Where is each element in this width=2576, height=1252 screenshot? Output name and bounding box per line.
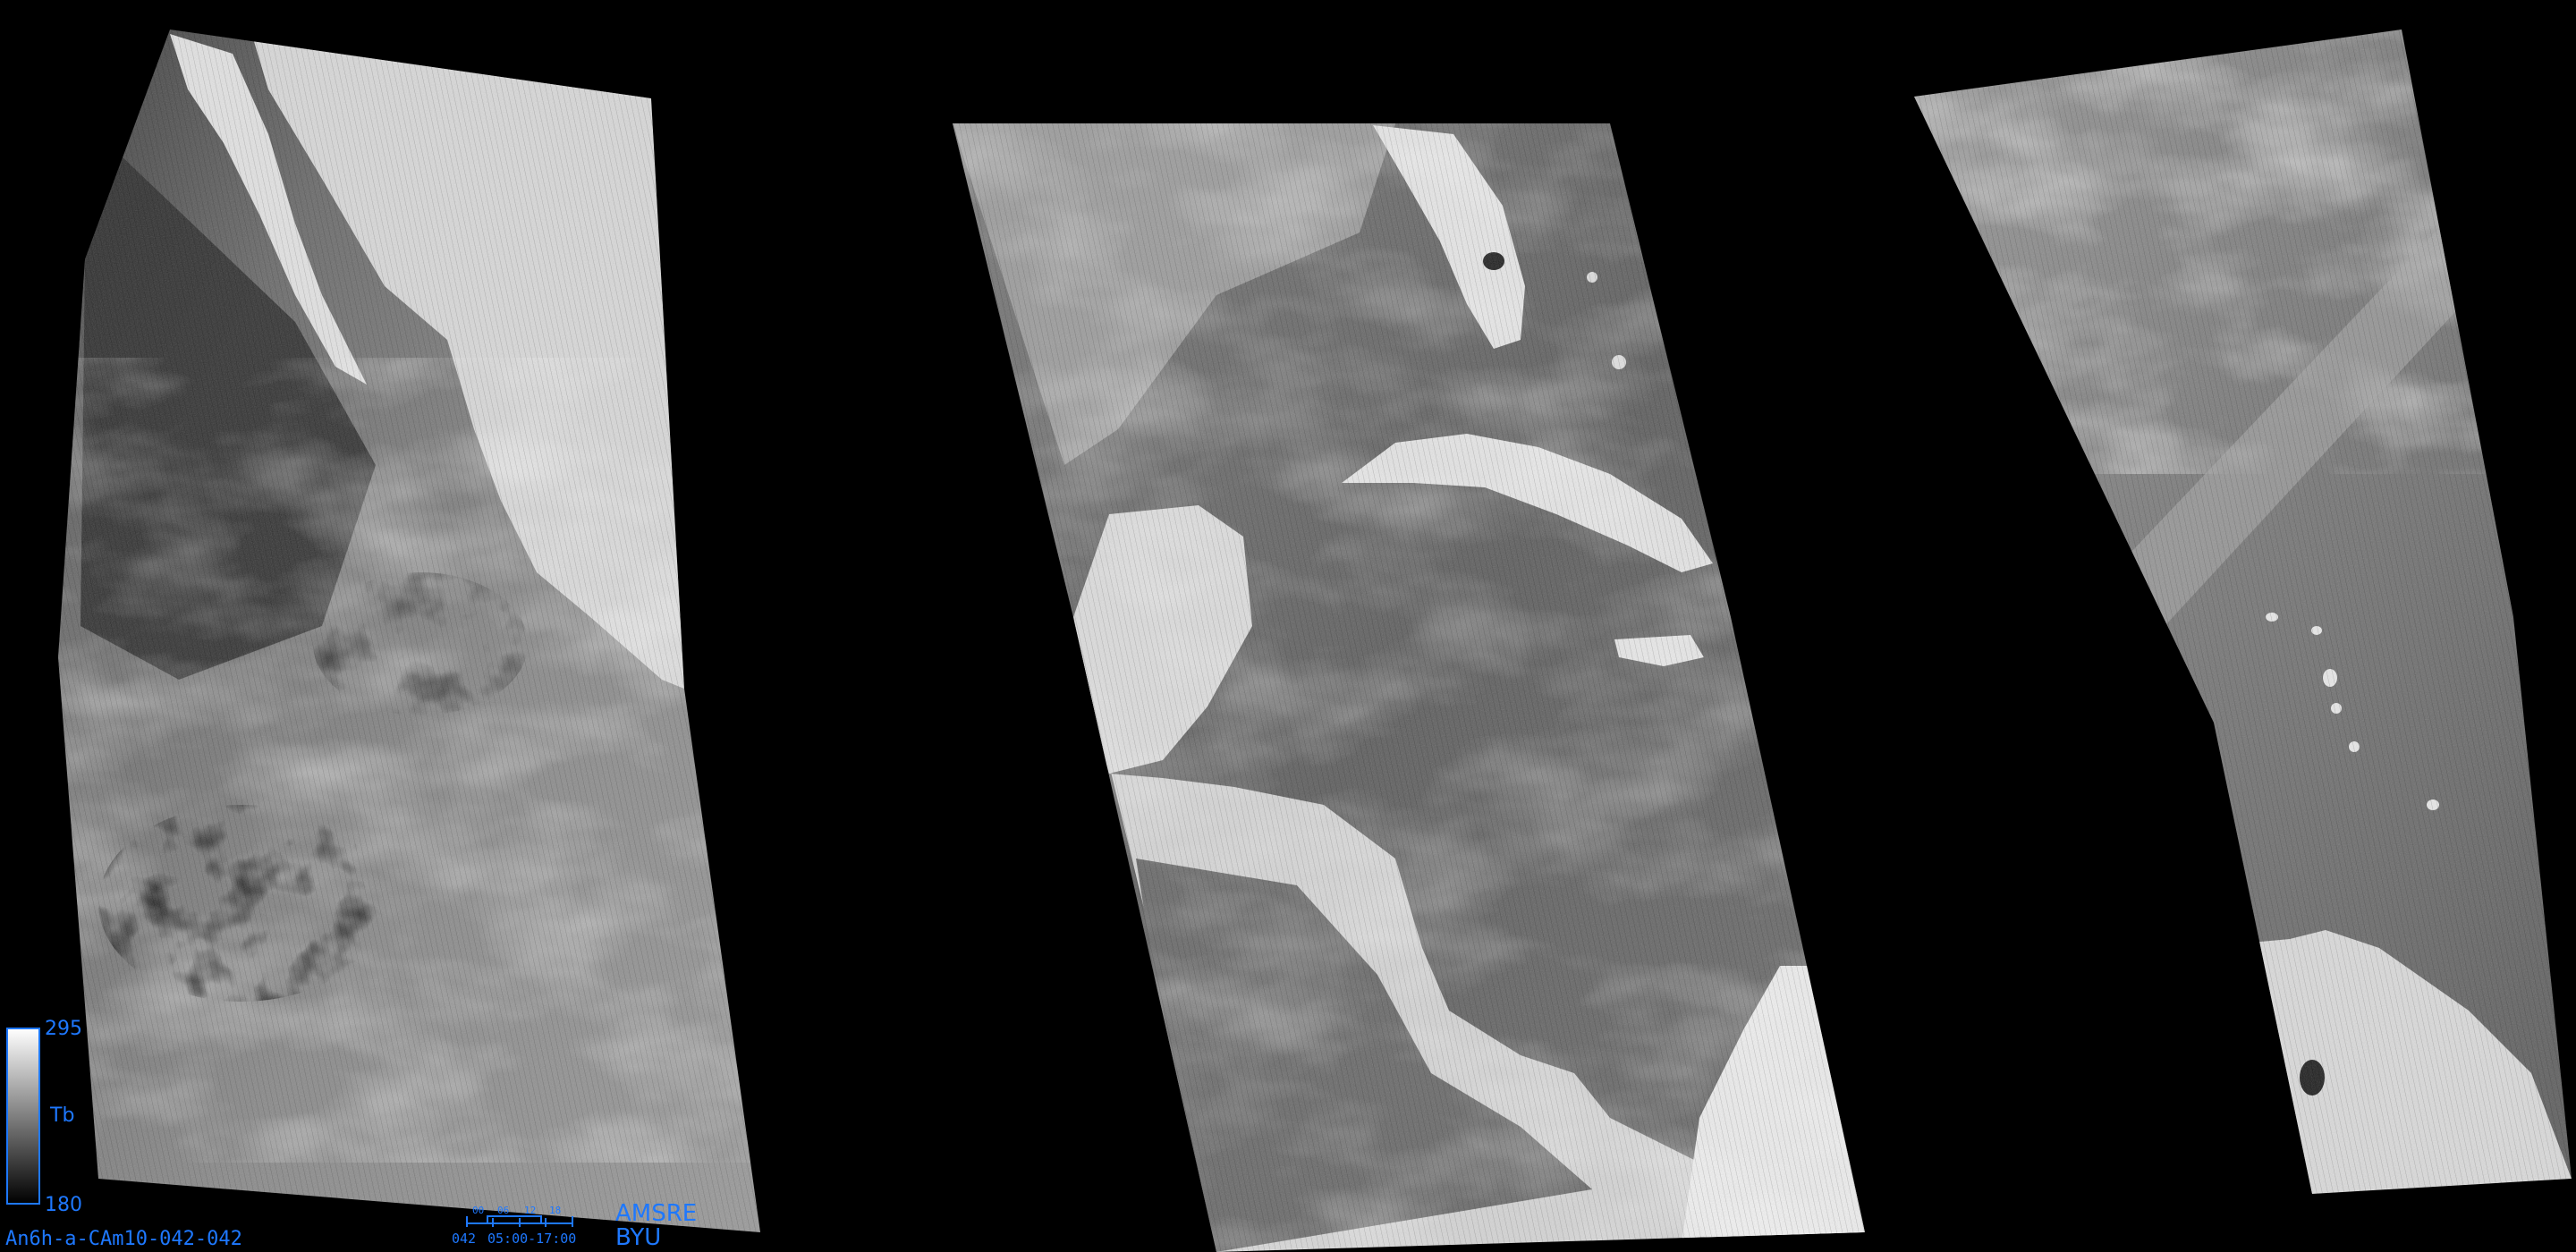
time-day-label: 042 (452, 1231, 476, 1247)
swath-east (1914, 30, 2572, 1194)
time-range-label: 05:00-17:00 (487, 1231, 576, 1247)
swath-west (58, 30, 760, 1232)
time-tick-0: 00 (472, 1205, 484, 1216)
satellite-map: 295 Tb 180 An6h-a-CAm10-042-042 00 06 12… (5, 30, 2572, 1252)
colorbar-max-label: 295 (45, 1018, 82, 1040)
colorbar-variable-label: Tb (49, 1104, 74, 1127)
colorbar: 295 Tb 180 (6, 1018, 82, 1216)
time-tick-2: 12 (524, 1205, 536, 1216)
time-tick-3: 18 (549, 1205, 561, 1216)
swath-center (953, 123, 1865, 1252)
colorbar-gradient (6, 1028, 40, 1205)
institution-label: BYU (615, 1224, 661, 1251)
product-id-label: An6h-a-CAm10-042-042 (5, 1228, 242, 1250)
time-window-bar (487, 1215, 542, 1224)
sensor-label: AMSRE (615, 1200, 697, 1227)
time-tick-1: 06 (497, 1205, 509, 1216)
colorbar-min-label: 180 (45, 1194, 82, 1216)
